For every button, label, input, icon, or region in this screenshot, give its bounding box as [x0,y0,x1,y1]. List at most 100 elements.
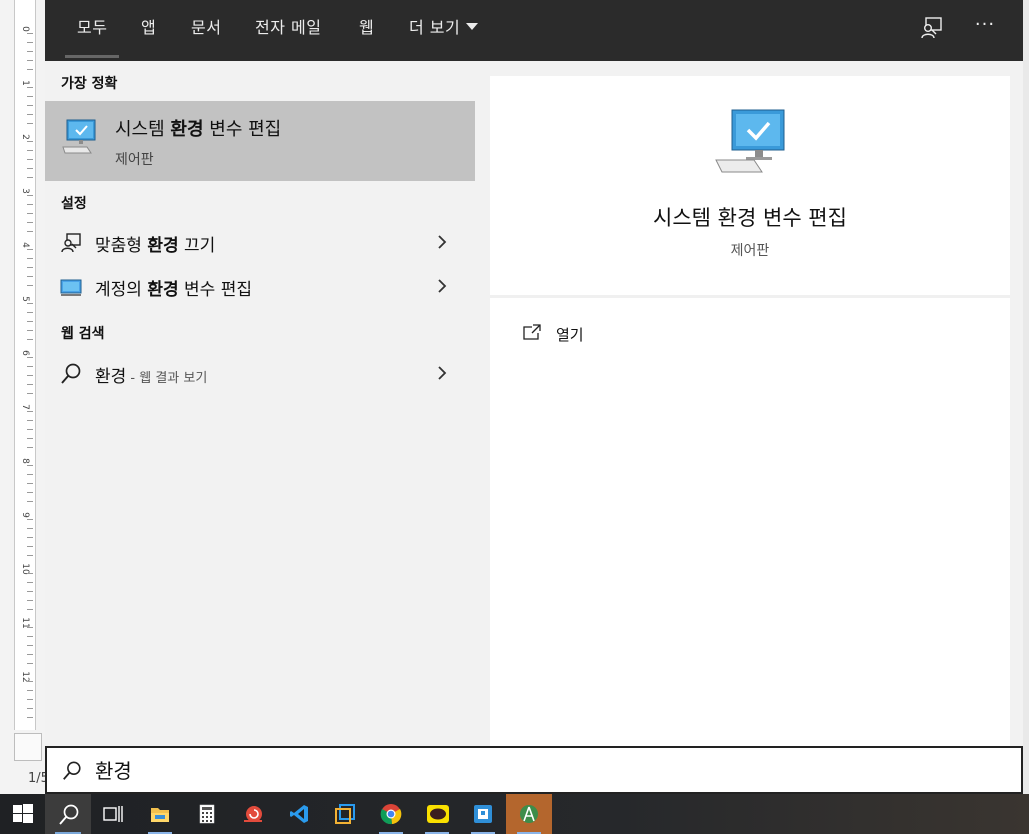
tab-apps[interactable]: 앱 [141,18,156,42]
ruler-tick [27,303,33,304]
vscode-button[interactable] [276,794,322,834]
title-text: 시스템 [115,119,171,140]
ruler-tick [27,69,33,70]
search-flyout: 모두 앱 문서 전자 메일 웹 더 보기 ··· 가장 정확 시스템 환경 변수… [45,0,1023,746]
ruler-tick [27,375,33,376]
snail-app-button[interactable] [230,794,276,834]
ruler-tick [27,681,33,682]
ruler-tick [27,501,33,502]
ruler-tick [27,600,33,601]
ruler-tick [27,492,33,493]
search-icon [61,363,81,384]
feedback-icon[interactable] [919,16,943,40]
ruler-tick [27,60,33,61]
tab-more[interactable]: 더 보기 [409,18,479,42]
ruler-tick [27,204,33,205]
task-view-button[interactable] [90,794,136,834]
ruler-tick [27,177,33,178]
file-explorer-button[interactable] [137,794,183,834]
ruler-tick [27,447,33,448]
ruler-tick [27,555,33,556]
search-tab-bar: 모두 앱 문서 전자 메일 웹 더 보기 ··· [45,0,1023,61]
ruler-tick [27,231,33,232]
windows-start-icon [13,804,33,823]
ruler-tick [27,708,33,709]
chrome-button[interactable] [368,794,414,834]
ruler-tick [27,150,33,151]
web-search-header: 웹 검색 [61,326,105,342]
ruler-tick [27,429,33,430]
ruler-tick [27,312,33,313]
ruler-tick [27,654,33,655]
ruler-tick [27,123,33,124]
preview-title: 시스템 환경 변수 편집 [653,206,847,230]
ruler-tick [27,267,33,268]
tab-web[interactable]: 웹 [359,18,374,42]
settings-header: 설정 [61,196,87,212]
tab-email[interactable]: 전자 메일 [255,18,321,42]
ruler-tick [27,213,33,214]
ruler-tick [27,159,33,160]
android-studio-button[interactable] [506,794,552,834]
ruler-tick [27,51,33,52]
settings-item-theme[interactable]: 맞춤형 환경 끄기 [45,221,475,265]
best-match-title: 시스템 환경 변수 편집 [115,115,281,141]
ruler-tick [27,717,33,718]
kakaotalk-button[interactable] [414,794,460,834]
chevron-right-icon [438,235,447,249]
ruler-tick [27,690,33,691]
tab-all[interactable]: 모두 [64,18,121,58]
tab-documents[interactable]: 문서 [191,18,221,42]
monitor-icon [60,279,82,296]
box-app-button[interactable] [322,794,368,834]
ruler-tick [27,141,33,142]
ruler-tick [27,222,33,223]
ruler-tick [27,96,33,97]
preview-pane: 시스템 환경 변수 편집 제어판 열기 [490,76,1010,746]
search-box[interactable] [45,746,1023,794]
ruler-tick [27,105,33,106]
web-search-item[interactable]: 환경 - 웹 결과 보기 [45,352,475,396]
background-document: 0 1 2 3 4 5 6 7 8 9 10 11 12 1/5 [0,0,49,794]
open-external-icon [523,324,541,340]
ruler-tick [27,483,33,484]
chevron-right-icon [438,366,447,380]
ruler-tick [27,285,33,286]
ruler-tick [27,573,33,574]
ruler-tick [27,357,33,358]
app-store-button[interactable] [460,794,506,834]
best-match-item[interactable]: 시스템 환경 변수 편집 제어판 [45,101,475,181]
page-view-button[interactable] [14,733,42,761]
vertical-ruler: 0 1 2 3 4 5 6 7 8 9 10 11 12 [14,0,36,730]
search-input[interactable] [95,756,975,782]
ruler-tick [27,537,33,538]
app-store-icon [474,805,492,823]
ruler-tick [27,627,33,628]
file-explorer-icon [151,808,169,822]
taskbar [0,794,1029,834]
ruler-tick [27,114,33,115]
ruler-tick [27,42,33,43]
ruler-tick [27,465,33,466]
windows-start-button[interactable] [0,794,46,834]
chevron-right-icon [438,279,447,293]
vscode-icon [290,805,308,823]
android-studio-icon [520,805,538,823]
ruler-tick [27,339,33,340]
more-options-icon[interactable]: ··· [970,14,1000,38]
title-text-end: 변수 편집 [203,119,282,140]
open-action-label: 열기 [556,326,584,344]
ruler-tick [27,321,33,322]
open-action[interactable]: 열기 [518,320,718,350]
calculator-button[interactable] [184,794,230,834]
search-icon [59,804,79,825]
ruler-tick [27,195,33,196]
taskbar-search-button[interactable] [45,794,91,834]
label-text: 계정의 [95,280,148,300]
ruler-tick [27,330,33,331]
ruler-tick [27,663,33,664]
ruler-tick [27,591,33,592]
ruler-tick [27,258,33,259]
settings-item-account-env[interactable]: 계정의 환경 변수 편집 [45,265,475,309]
ruler-tick [27,168,33,169]
